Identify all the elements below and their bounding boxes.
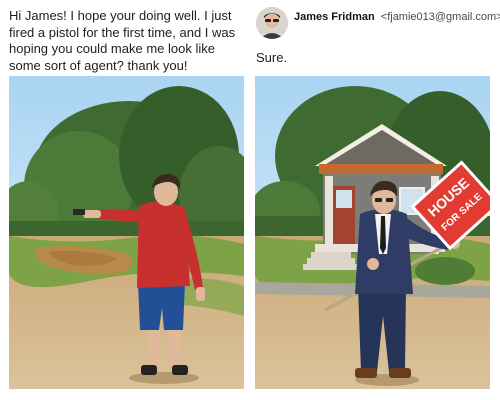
edited-photo: HOUSE FOR SALE	[255, 76, 490, 389]
avatar	[256, 7, 288, 39]
original-photo	[9, 76, 244, 389]
author-line: James Fridman <fjamie013@gmail.com>	[294, 11, 500, 23]
reply-message: Sure.	[256, 50, 288, 65]
reply-header: James Fridman <fjamie013@gmail.com>	[256, 7, 500, 39]
author-email: <fjamie013@gmail.com>	[380, 11, 500, 23]
author-name: James Fridman	[294, 11, 375, 23]
request-message: Hi James! I hope your doing well. I just…	[9, 8, 236, 73]
